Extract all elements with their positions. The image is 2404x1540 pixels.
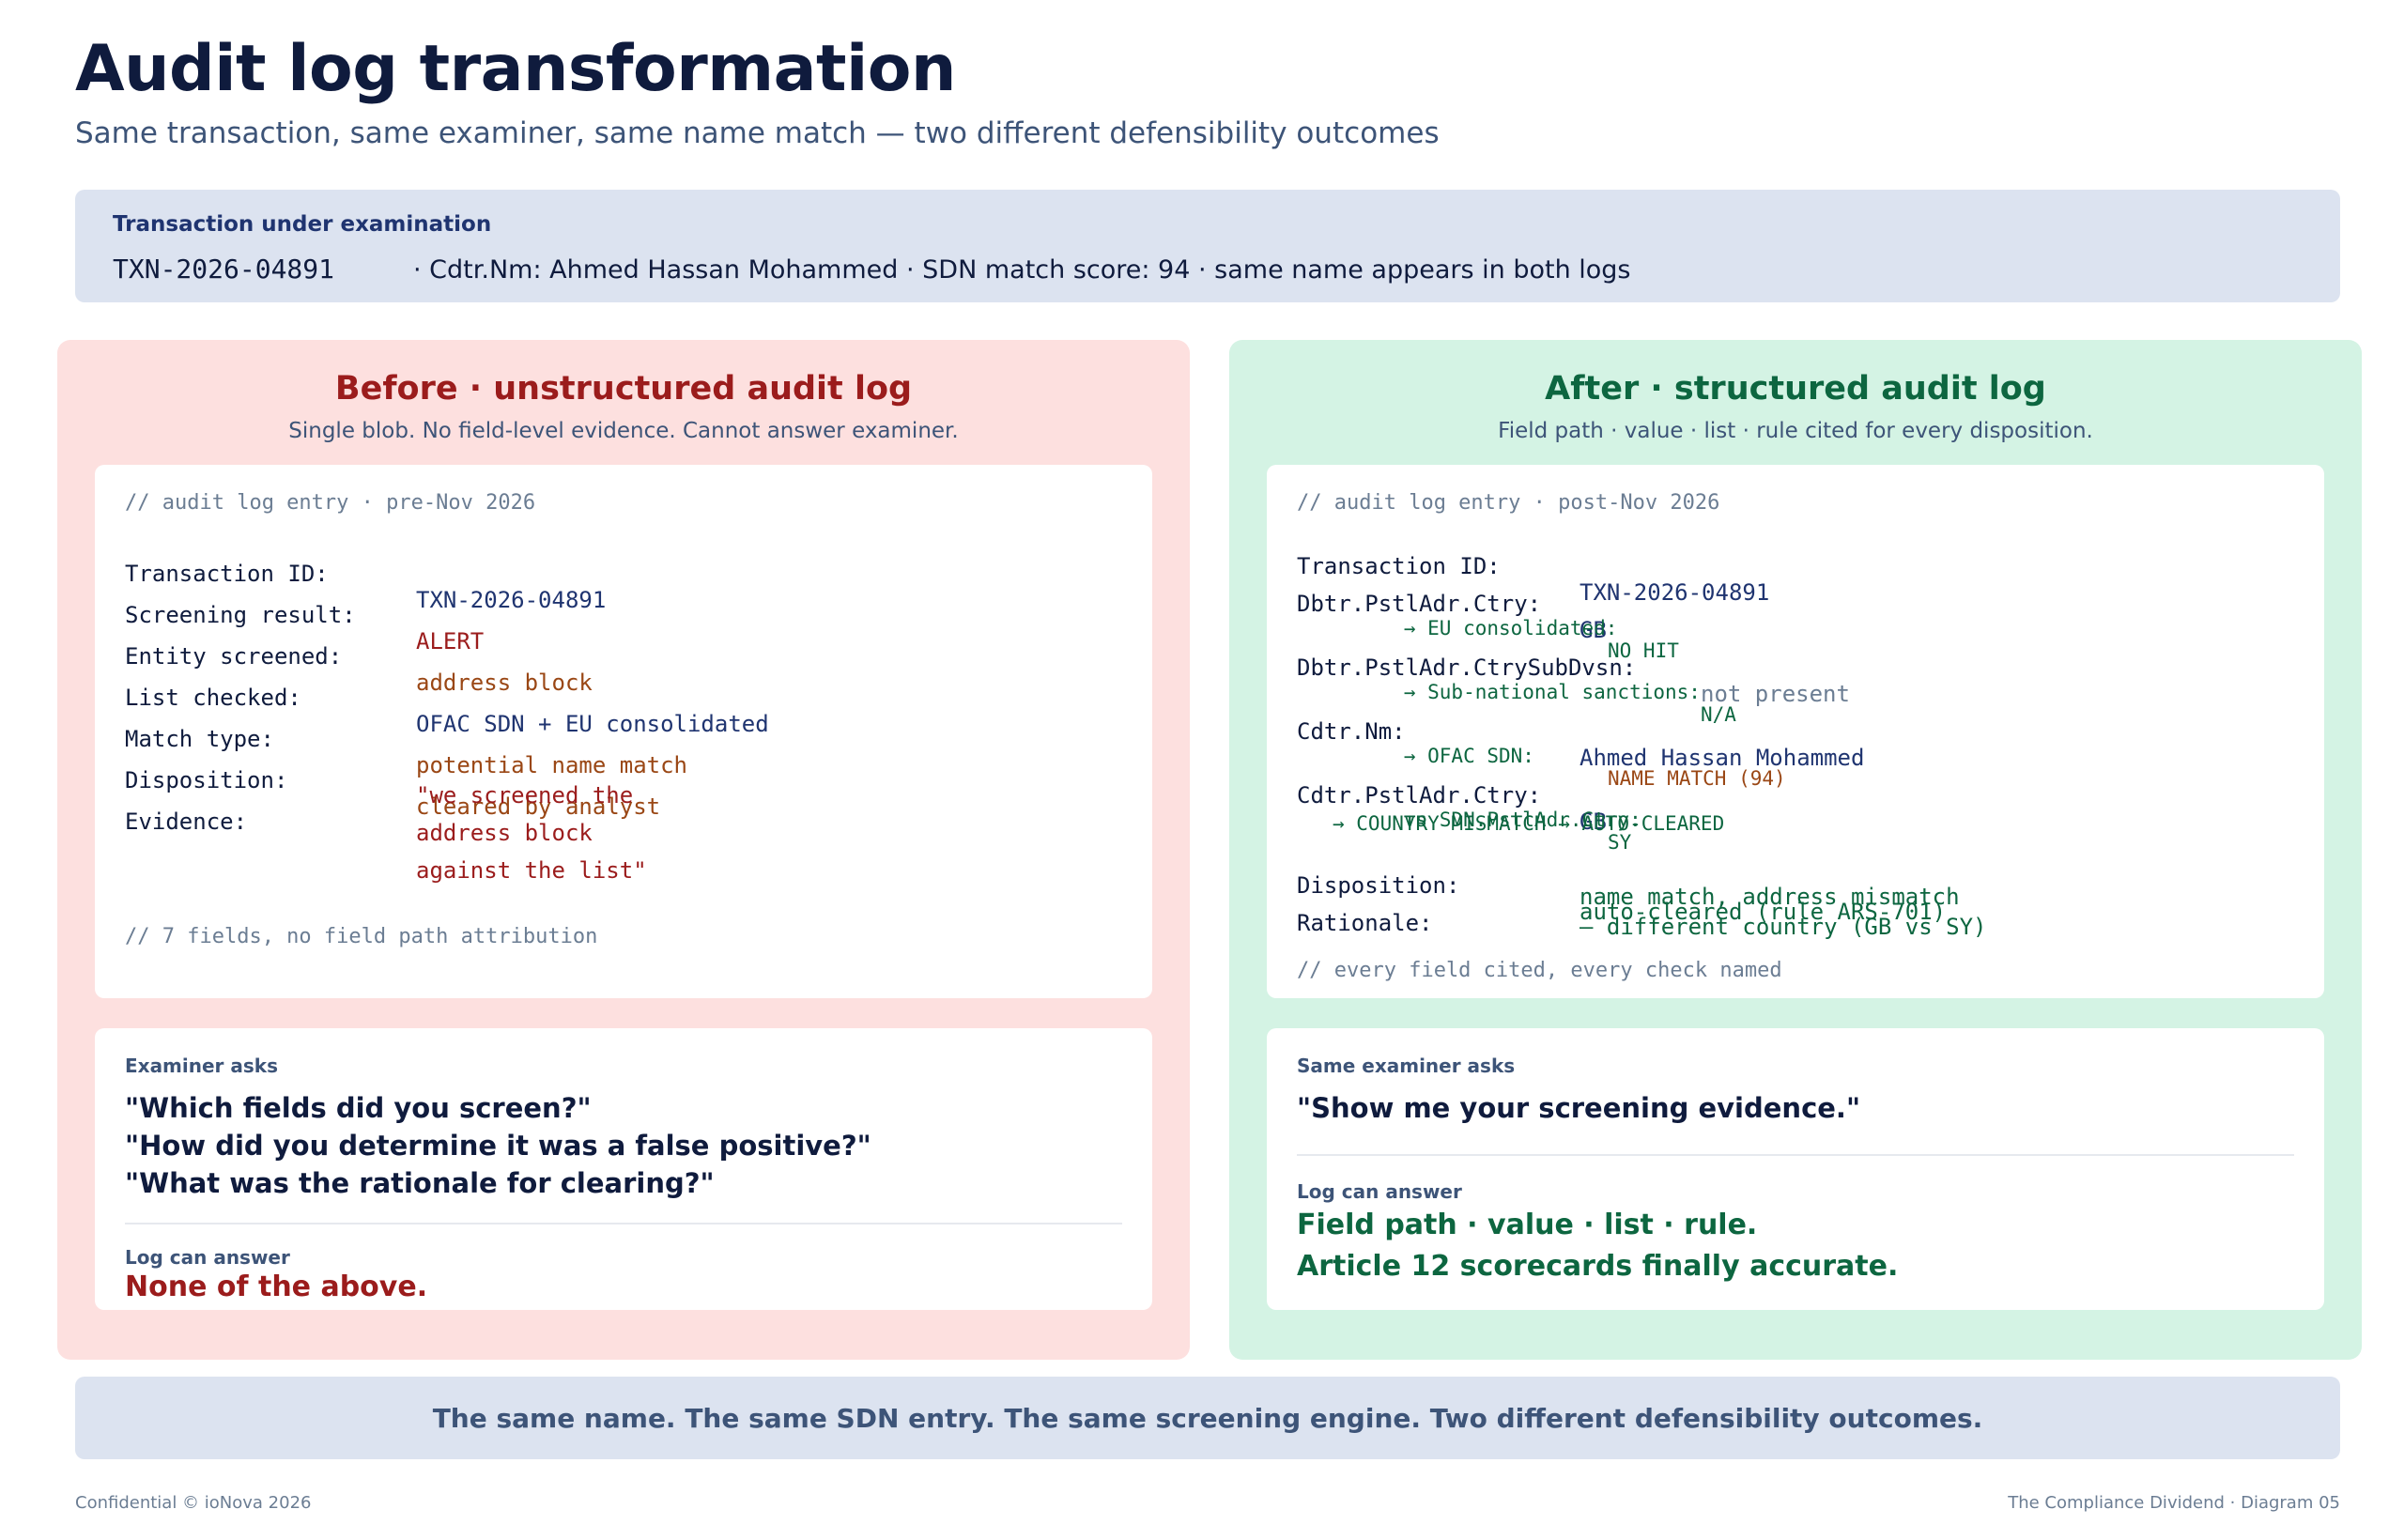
transaction-box: Transaction under examination TXN-2026-0… [75, 190, 2340, 302]
after-title: After · structured audit log [1545, 370, 2046, 408]
after-log-comment-top: // audit log entry · post-Nov 2026 [1297, 491, 1720, 515]
after-log-card: // audit log entry · post-Nov 2026 Trans… [1267, 465, 2324, 998]
field-value: TXN-2026-04891 [416, 587, 607, 613]
field-key: Rationale: [1297, 910, 1433, 936]
before-log-card: // audit log entry · pre-Nov 2026 Transa… [95, 465, 1152, 998]
before-panel: Before · unstructured audit log Single b… [57, 340, 1190, 1360]
field-value: potential name match [416, 752, 687, 778]
transaction-id: TXN-2026-04891 [113, 254, 335, 285]
examiner-question: "Which fields did you screen?" [125, 1092, 592, 1124]
evidence-line: against the list" [416, 857, 647, 884]
field-value: address block [416, 670, 593, 696]
after-log-comment-bottom: // every field cited, every check named [1297, 959, 1782, 982]
page-subtitle: Same transaction, same examiner, same na… [75, 116, 1440, 150]
after-answer: Field path · value · list · rule. [1297, 1209, 1758, 1241]
evidence-line: address block [416, 820, 593, 846]
before-subtitle: Single blob. No field-level evidence. Ca… [288, 419, 959, 443]
examiner-question: "Show me your screening evidence." [1297, 1092, 1861, 1124]
rationale-line: — different country (GB vs SY) [1580, 914, 1987, 940]
divider [125, 1223, 1122, 1224]
mismatch-row: → COUNTRY MISMATCH → AUTO-CLEARED [1333, 812, 1725, 835]
footer-copyright: Confidential © ioNova 2026 [75, 1493, 312, 1513]
before-log-comment-top: // audit log entry · pre-Nov 2026 [125, 491, 536, 515]
transaction-detail: · Cdtr.Nm: Ahmed Hassan Mohammed · SDN m… [413, 255, 1631, 285]
check-label: → OFAC SDN: [1403, 745, 1534, 767]
divider [1297, 1154, 2294, 1156]
evidence-line: "we screened the [416, 782, 634, 808]
after-ask-card: Same examiner asks "Show me your screeni… [1267, 1028, 2324, 1310]
before-log-comment-bottom: // 7 fields, no field path attribution [125, 925, 598, 948]
after-field-row: Rationale: name match, address mismatch … [1297, 884, 1986, 1015]
before-ask-card: Examiner asks "Which fields did you scre… [95, 1028, 1152, 1310]
check-label: → Sub-national sanctions: [1403, 681, 1701, 703]
field-key: Evidence: [125, 808, 248, 835]
before-answer: None of the above. [125, 1270, 428, 1303]
examiner-asks-label: Examiner asks [125, 1055, 278, 1077]
page-title: Audit log transformation [75, 32, 956, 106]
footer-source: The Compliance Dividend · Diagram 05 [2008, 1493, 2340, 1513]
transaction-label: Transaction under examination [113, 212, 492, 237]
summary-banner: The same name. The same SDN entry. The s… [75, 1377, 2340, 1459]
after-panel: After · structured audit log Field path … [1229, 340, 2362, 1360]
examiner-question: "What was the rationale for clearing?" [125, 1167, 715, 1199]
summary-banner-text: The same name. The same SDN entry. The s… [432, 1403, 1983, 1434]
before-field-row: Evidence: "we screened the address block… [125, 782, 647, 940]
after-answer: Article 12 scorecards finally accurate. [1297, 1250, 1899, 1283]
log-can-answer-label: Log can answer [125, 1246, 290, 1269]
rationale-line: name match, address mismatch [1580, 884, 1960, 910]
check-result: N/A [1701, 703, 1736, 726]
field-value: ALERT [416, 628, 485, 654]
before-title: Before · unstructured audit log [334, 370, 913, 408]
examiner-asks-label: Same examiner asks [1297, 1055, 1516, 1077]
examiner-question: "How did you determine it was a false po… [125, 1130, 871, 1162]
log-can-answer-label: Log can answer [1297, 1180, 1462, 1203]
field-value: OFAC SDN + EU consolidated [416, 711, 769, 737]
after-subtitle: Field path · value · list · rule cited f… [1498, 419, 2093, 443]
check-label: → EU consolidated: [1403, 617, 1618, 639]
